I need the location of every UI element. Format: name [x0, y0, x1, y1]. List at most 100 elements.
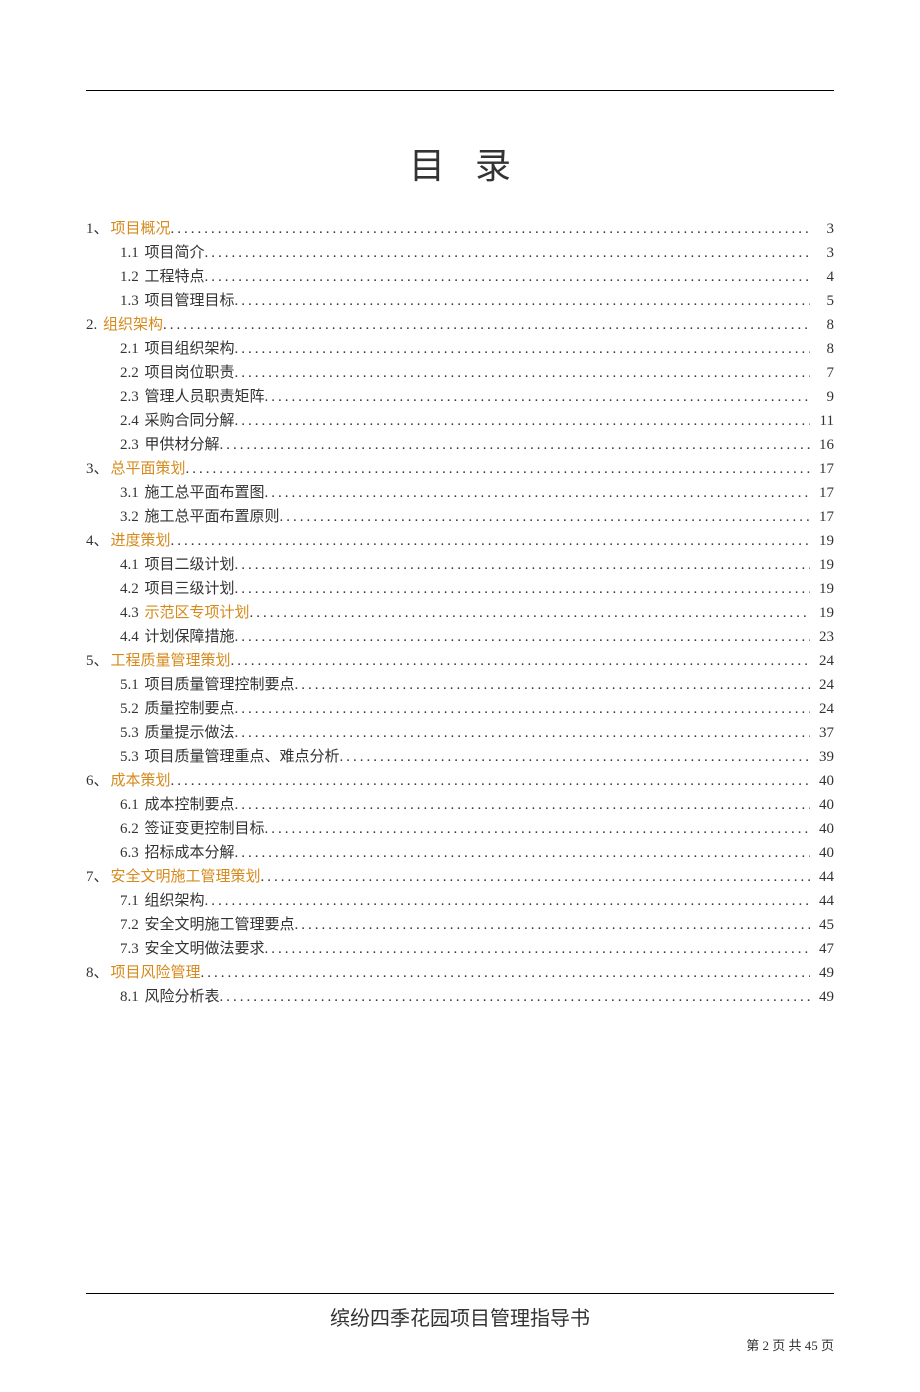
toc-row: 5.1 项目质量管理控制要点24	[120, 673, 834, 697]
toc-row: 7.2 安全文明施工管理要点45	[120, 913, 834, 937]
page-footer: 缤纷四季花园项目管理指导书 第 2 页 共 45 页	[86, 1293, 834, 1354]
toc-row: 1、项目概况 3	[86, 217, 834, 241]
toc-entry-page: 17	[810, 457, 834, 481]
toc-entry-page: 24	[810, 649, 834, 673]
toc-entry-page: 3	[810, 217, 834, 241]
toc-entry-link[interactable]: 项目概况	[111, 217, 171, 241]
toc-entry-number: 1、	[86, 217, 111, 241]
page: 目录 1、项目概况31.1 项目简介31.2 工程特点41.3 项目管理目标52…	[0, 90, 920, 1392]
toc-entry-text: 项目质量管理重点、难点分析	[145, 745, 340, 769]
toc-entry-number: 6.2	[120, 817, 145, 841]
toc-leader-dots	[205, 265, 810, 289]
toc-row: 4、进度策划19	[86, 529, 834, 553]
toc-entry-number: 7.1	[120, 889, 145, 913]
toc-leader-dots	[265, 385, 810, 409]
toc-row: 5.3 质量提示做法37	[120, 721, 834, 745]
toc-entry-link[interactable]: 项目风险管理	[111, 961, 201, 985]
toc-row: 2.2 项目岗位职责7	[120, 361, 834, 385]
toc-entry-page: 9	[810, 385, 834, 409]
toc-leader-dots	[295, 673, 810, 697]
toc-entry-number: 2.	[86, 313, 103, 337]
toc-entry-number: 8.1	[120, 985, 145, 1009]
toc-leader-dots	[163, 313, 810, 337]
toc-entry-text: 甲供材分解	[145, 433, 220, 457]
toc-entry-page: 17	[810, 481, 834, 505]
toc-leader-dots	[220, 985, 810, 1009]
toc-row: 6、成本策划40	[86, 769, 834, 793]
toc-entry-page: 8	[810, 313, 834, 337]
toc-entry-number: 2.3	[120, 433, 145, 457]
page-label-prefix: 第	[746, 1338, 762, 1353]
toc-entry-number: 1.1	[120, 241, 145, 265]
toc-entry-link[interactable]: 成本策划	[111, 769, 171, 793]
toc-leader-dots	[201, 961, 810, 985]
toc-entry-link[interactable]: 总平面策划	[111, 457, 186, 481]
toc-leader-dots	[280, 505, 810, 529]
toc-leader-dots	[340, 745, 810, 769]
toc-entry-number: 6、	[86, 769, 111, 793]
toc-row: 4.2 项目三级计划19	[120, 577, 834, 601]
toc-entry-text: 质量控制要点	[145, 697, 235, 721]
toc-entry-number: 6.3	[120, 841, 145, 865]
toc-leader-dots	[235, 721, 810, 745]
toc-entry-page: 24	[810, 673, 834, 697]
toc-entry-link[interactable]: 示范区专项计划	[145, 601, 250, 625]
toc-entry-page: 24	[810, 697, 834, 721]
toc-entry-page: 37	[810, 721, 834, 745]
toc-entry-link[interactable]: 工程质量管理策划	[111, 649, 231, 673]
toc-entry-number: 2.3	[120, 385, 145, 409]
toc-entry-number: 7.3	[120, 937, 145, 961]
toc-entry-number: 7、	[86, 865, 111, 889]
toc-row: 6.2 签证变更控制目标40	[120, 817, 834, 841]
toc-entry-number: 2.1	[120, 337, 145, 361]
toc-entry-text: 施工总平面布置图	[145, 481, 265, 505]
toc-leader-dots	[265, 481, 810, 505]
toc-entry-link[interactable]: 组织架构	[103, 313, 163, 337]
toc-row: 2.1 项目组织架构8	[120, 337, 834, 361]
toc-entry-page: 8	[810, 337, 834, 361]
toc-entry-text: 成本控制要点	[145, 793, 235, 817]
toc-entry-link[interactable]: 进度策划	[111, 529, 171, 553]
toc-leader-dots	[171, 769, 810, 793]
toc-leader-dots	[205, 241, 810, 265]
toc-leader-dots	[205, 889, 810, 913]
toc-entry-number: 1.3	[120, 289, 145, 313]
toc-leader-dots	[220, 433, 810, 457]
toc-entry-number: 3.1	[120, 481, 145, 505]
toc-entry-page: 4	[810, 265, 834, 289]
table-of-contents: 1、项目概况31.1 项目简介31.2 工程特点41.3 项目管理目标52. 组…	[86, 217, 834, 1009]
toc-leader-dots	[295, 913, 810, 937]
toc-entry-page: 44	[810, 889, 834, 913]
footer-doc-title: 缤纷四季花园项目管理指导书	[86, 1302, 834, 1331]
toc-entry-page: 19	[810, 553, 834, 577]
toc-row: 7.1 组织架构 44	[120, 889, 834, 913]
toc-leader-dots	[235, 577, 810, 601]
toc-row: 2.3 甲供材分解16	[120, 433, 834, 457]
toc-entry-number: 5.3	[120, 745, 145, 769]
toc-row: 1.3 项目管理目标5	[120, 289, 834, 313]
toc-entry-text: 管理人员职责矩阵	[145, 385, 265, 409]
toc-entry-page: 40	[810, 817, 834, 841]
toc-row: 1.1 项目简介3	[120, 241, 834, 265]
page-total: 45	[805, 1338, 818, 1353]
toc-entry-text: 组织架构	[145, 889, 205, 913]
toc-entry-text: 安全文明施工管理要点	[145, 913, 295, 937]
toc-title: 目录	[86, 137, 834, 189]
toc-leader-dots	[235, 793, 810, 817]
toc-entry-number: 5、	[86, 649, 111, 673]
toc-leader-dots	[171, 217, 810, 241]
toc-entry-number: 4.2	[120, 577, 145, 601]
toc-entry-page: 44	[810, 865, 834, 889]
toc-entry-number: 8、	[86, 961, 111, 985]
footer-page-number: 第 2 页 共 45 页	[86, 1335, 834, 1354]
toc-leader-dots	[235, 697, 810, 721]
toc-leader-dots	[235, 361, 810, 385]
toc-entry-link[interactable]: 安全文明施工管理策划	[111, 865, 261, 889]
toc-entry-page: 5	[810, 289, 834, 313]
toc-entry-number: 2.4	[120, 409, 145, 433]
toc-entry-text: 采购合同分解	[145, 409, 235, 433]
page-label-suffix: 页	[818, 1338, 834, 1353]
toc-entry-page: 40	[810, 841, 834, 865]
toc-entry-number: 4、	[86, 529, 111, 553]
toc-leader-dots	[171, 529, 810, 553]
